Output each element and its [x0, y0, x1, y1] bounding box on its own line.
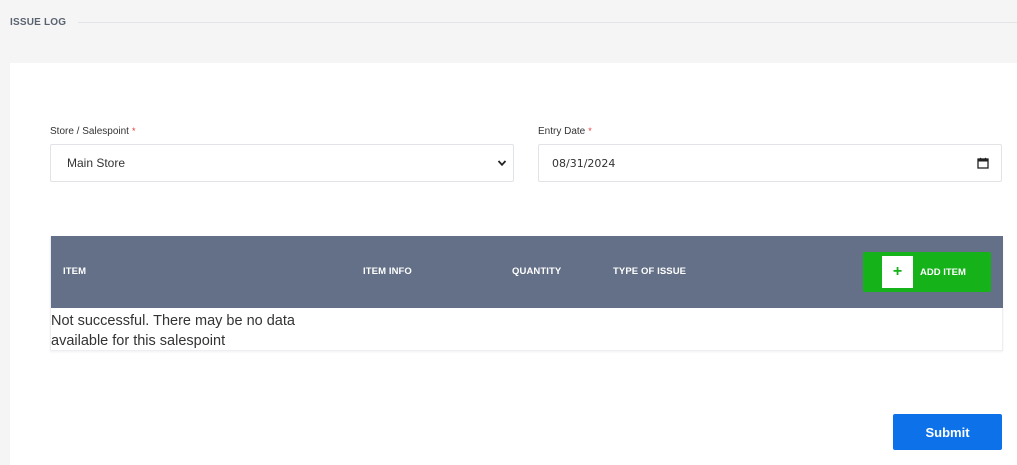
store-select[interactable]: Main Store: [50, 144, 514, 182]
required-mark: *: [588, 126, 592, 136]
chevron-down-icon: [497, 160, 507, 167]
store-select-value: Main Store: [67, 156, 126, 170]
page-title: ISSUE LOG: [10, 17, 67, 28]
table-header: ITEM ITEM INFO QUANTITY TYPE OF ISSUE + …: [51, 236, 1003, 308]
column-header-item-info: ITEM INFO: [363, 266, 412, 277]
column-header-quantity: QUANTITY: [512, 266, 562, 277]
entry-date-value: 08/31/2024: [552, 156, 616, 170]
issue-log-card: Store / Salespoint * Main Store Entry Dat…: [10, 63, 1017, 465]
plus-icon: +: [882, 256, 913, 288]
date-label-text: Entry Date: [538, 126, 586, 137]
add-item-button[interactable]: + ADD ITEM: [863, 252, 991, 292]
entry-date-input[interactable]: 08/31/2024: [538, 144, 1002, 182]
calendar-icon[interactable]: [977, 157, 989, 169]
store-label-text: Store / Salespoint: [50, 126, 129, 137]
page-header: ISSUE LOG: [0, 0, 1017, 62]
required-mark: *: [131, 126, 136, 136]
submit-button[interactable]: Submit: [893, 414, 1002, 450]
column-header-item: ITEM: [63, 266, 87, 277]
items-table: ITEM ITEM INFO QUANTITY TYPE OF ISSUE + …: [50, 236, 1003, 351]
add-item-label: ADD ITEM: [920, 266, 966, 278]
date-label: Entry Date *: [538, 126, 592, 137]
store-label: Store / Salespoint *: [50, 126, 135, 137]
column-header-type-of-issue: TYPE OF ISSUE: [613, 266, 687, 277]
header-divider: [78, 22, 1017, 23]
empty-state-message: Not successful. There may be no data ava…: [51, 313, 295, 349]
